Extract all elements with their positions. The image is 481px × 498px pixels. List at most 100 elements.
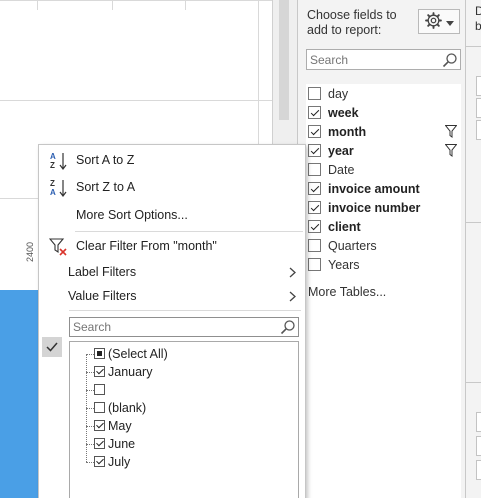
- field-checkbox-month[interactable]: [308, 125, 321, 138]
- filter-value-label: July: [108, 455, 131, 469]
- sort-z-to-a-item[interactable]: Z A Sort Z to A: [39, 175, 305, 199]
- filter-value-item[interactable]: July: [70, 453, 298, 471]
- field-item-invoice-amount[interactable]: invoice amount: [306, 179, 461, 198]
- gridline: [112, 0, 113, 10]
- svg-text:Z: Z: [50, 161, 55, 170]
- clear-filter-item[interactable]: Clear Filter From "month": [39, 234, 305, 258]
- filter-funnel-icon[interactable]: [444, 144, 458, 160]
- search-icon[interactable]: [442, 52, 458, 71]
- field-checkbox-week[interactable]: [308, 106, 321, 119]
- pane-title-line2: add to report:: [307, 23, 382, 37]
- area-field-box[interactable]: [476, 412, 481, 432]
- gridline: [37, 0, 38, 10]
- scrollbar-thumb[interactable]: [279, 0, 289, 120]
- filter-funnel-icon[interactable]: [444, 125, 458, 141]
- filter-value-label: January: [108, 365, 153, 379]
- filter-value-checkbox[interactable]: [94, 420, 105, 431]
- field-label: day: [328, 86, 349, 101]
- field-label: month: [328, 124, 367, 139]
- field-checkbox-day[interactable]: [308, 87, 321, 100]
- tree-connector: [86, 354, 94, 355]
- filter-value-checkbox[interactable]: [94, 438, 105, 449]
- area-field-box[interactable]: [476, 436, 481, 456]
- label-filters-item[interactable]: Label Filters: [39, 260, 305, 284]
- tree-connector: [86, 462, 94, 463]
- filter-search-box[interactable]: [69, 317, 299, 337]
- tree-connector: [86, 408, 94, 409]
- field-item-invoice-number[interactable]: invoice number: [306, 198, 461, 217]
- area-field-box[interactable]: [476, 460, 481, 480]
- field-label: invoice number: [328, 200, 421, 215]
- menu-separator: [75, 231, 303, 232]
- area-field-box[interactable]: [476, 98, 481, 118]
- field-item-month[interactable]: month: [306, 122, 461, 141]
- field-checkbox-years[interactable]: [308, 258, 321, 271]
- gridline: [0, 0, 272, 1]
- filter-value-label: May: [108, 419, 132, 433]
- more-tables-link[interactable]: More Tables...: [308, 285, 386, 299]
- area-field-box[interactable]: [476, 76, 481, 96]
- field-checkbox-invoice-amount[interactable]: [308, 182, 321, 195]
- filter-value-label: June: [108, 437, 136, 451]
- field-item-quarters[interactable]: Quarters: [306, 236, 461, 255]
- field-label: year: [328, 143, 354, 158]
- pane-title: Choose fields to add to report:: [307, 8, 412, 38]
- sort-a-to-z-item[interactable]: A Z Sort A to Z: [39, 148, 305, 172]
- filter-value-checkbox[interactable]: [94, 384, 105, 395]
- filter-value-item[interactable]: (Select All): [70, 345, 298, 363]
- divider: [466, 46, 481, 47]
- value-filters-item[interactable]: Value Filters: [39, 284, 305, 308]
- tree-connector: [86, 372, 94, 373]
- menu-item-label: Clear Filter From "month": [76, 239, 217, 253]
- chart-bar[interactable]: [0, 290, 38, 498]
- filter-value-checkbox[interactable]: [94, 366, 105, 377]
- area-field-box[interactable]: [476, 120, 481, 140]
- filter-value-checkbox[interactable]: [94, 402, 105, 413]
- field-item-client[interactable]: client: [306, 217, 461, 236]
- field-item-date[interactable]: Date: [306, 160, 461, 179]
- filter-value-checkbox[interactable]: [94, 348, 105, 359]
- areas-pane-text: b: [475, 19, 481, 33]
- filter-value-checkbox[interactable]: [94, 456, 105, 467]
- field-item-years[interactable]: Years: [306, 255, 461, 274]
- field-label: invoice amount: [328, 181, 420, 196]
- field-item-day[interactable]: day: [306, 84, 461, 103]
- menu-item-label: Sort Z to A: [76, 180, 136, 194]
- field-label: Years: [328, 257, 360, 272]
- filter-value-item[interactable]: June: [70, 435, 298, 453]
- field-label: Quarters: [328, 238, 377, 253]
- svg-text:A: A: [50, 188, 56, 197]
- filter-value-item[interactable]: (blank): [70, 399, 298, 417]
- chevron-right-icon: [289, 267, 296, 281]
- tools-settings-button[interactable]: [418, 9, 460, 34]
- filter-search-input[interactable]: [70, 318, 275, 336]
- filter-value-list: (Select All) January (blank) May June Ju…: [69, 341, 299, 498]
- filter-value-item[interactable]: [70, 381, 298, 399]
- tree-connector: [86, 426, 94, 427]
- field-item-year[interactable]: year: [306, 141, 461, 160]
- filter-value-item[interactable]: January: [70, 363, 298, 381]
- field-filter-menu: A Z Sort A to Z Z A Sort Z to A More Sor…: [38, 144, 306, 498]
- field-search-box[interactable]: [306, 49, 461, 70]
- filter-value-item[interactable]: May: [70, 417, 298, 435]
- tree-connector: [86, 444, 94, 445]
- field-search-input[interactable]: [307, 50, 437, 69]
- field-checkbox-quarters[interactable]: [308, 239, 321, 252]
- more-sort-options-item[interactable]: More Sort Options...: [39, 203, 305, 227]
- chevron-right-icon: [289, 291, 296, 305]
- field-label: Date: [328, 162, 355, 177]
- sort-descending-icon: Z A: [49, 178, 69, 201]
- field-item-week[interactable]: week: [306, 103, 461, 122]
- menu-item-label: Value Filters: [68, 289, 137, 303]
- field-checkbox-invoice-number[interactable]: [308, 201, 321, 214]
- field-checkbox-client[interactable]: [308, 220, 321, 233]
- axis-tick-label: 2400: [25, 241, 35, 262]
- field-checkbox-date[interactable]: [308, 163, 321, 176]
- field-checkbox-year[interactable]: [308, 144, 321, 157]
- field-label: client: [328, 219, 361, 234]
- field-label: week: [328, 105, 359, 120]
- pane-title-line1: Choose fields to: [307, 8, 397, 22]
- search-icon[interactable]: [280, 319, 296, 338]
- divider: [466, 222, 481, 223]
- svg-text:Z: Z: [50, 179, 55, 188]
